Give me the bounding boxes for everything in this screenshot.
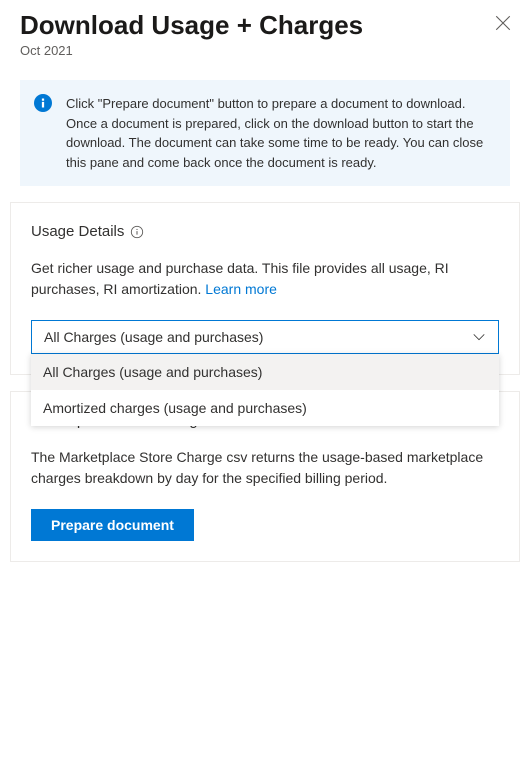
usage-details-description: Get richer usage and purchase data. This… xyxy=(31,258,499,300)
info-text: Click "Prepare document" button to prepa… xyxy=(66,96,483,170)
prepare-document-button[interactable]: Prepare document xyxy=(31,509,194,541)
marketplace-description: The Marketplace Store Charge csv returns… xyxy=(31,447,499,489)
close-icon[interactable] xyxy=(494,14,512,32)
dropdown-option-amortized-charges[interactable]: Amortized charges (usage and purchases) xyxy=(31,390,499,426)
info-icon xyxy=(34,94,52,112)
charge-type-dropdown[interactable]: All Charges (usage and purchases) xyxy=(31,320,499,354)
usage-details-title: Usage Details xyxy=(31,223,124,240)
usage-details-title-row: Usage Details xyxy=(31,223,499,240)
panel-header: Download Usage + Charges Oct 2021 xyxy=(0,0,530,64)
dropdown-selected-value: All Charges (usage and purchases) xyxy=(44,329,263,345)
charge-type-dropdown-wrap: All Charges (usage and purchases) All Ch… xyxy=(31,320,499,354)
dropdown-option-all-charges[interactable]: All Charges (usage and purchases) xyxy=(31,354,499,390)
info-outline-icon[interactable] xyxy=(130,225,144,239)
info-banner: Click "Prepare document" button to prepa… xyxy=(20,80,510,186)
usage-details-section: Usage Details Get richer usage and purch… xyxy=(10,202,520,375)
charge-type-dropdown-list: All Charges (usage and purchases) Amorti… xyxy=(31,354,499,426)
panel-subtitle: Oct 2021 xyxy=(20,43,510,58)
panel-title: Download Usage + Charges xyxy=(20,10,510,41)
chevron-down-icon xyxy=(472,330,486,344)
learn-more-link[interactable]: Learn more xyxy=(205,281,277,297)
